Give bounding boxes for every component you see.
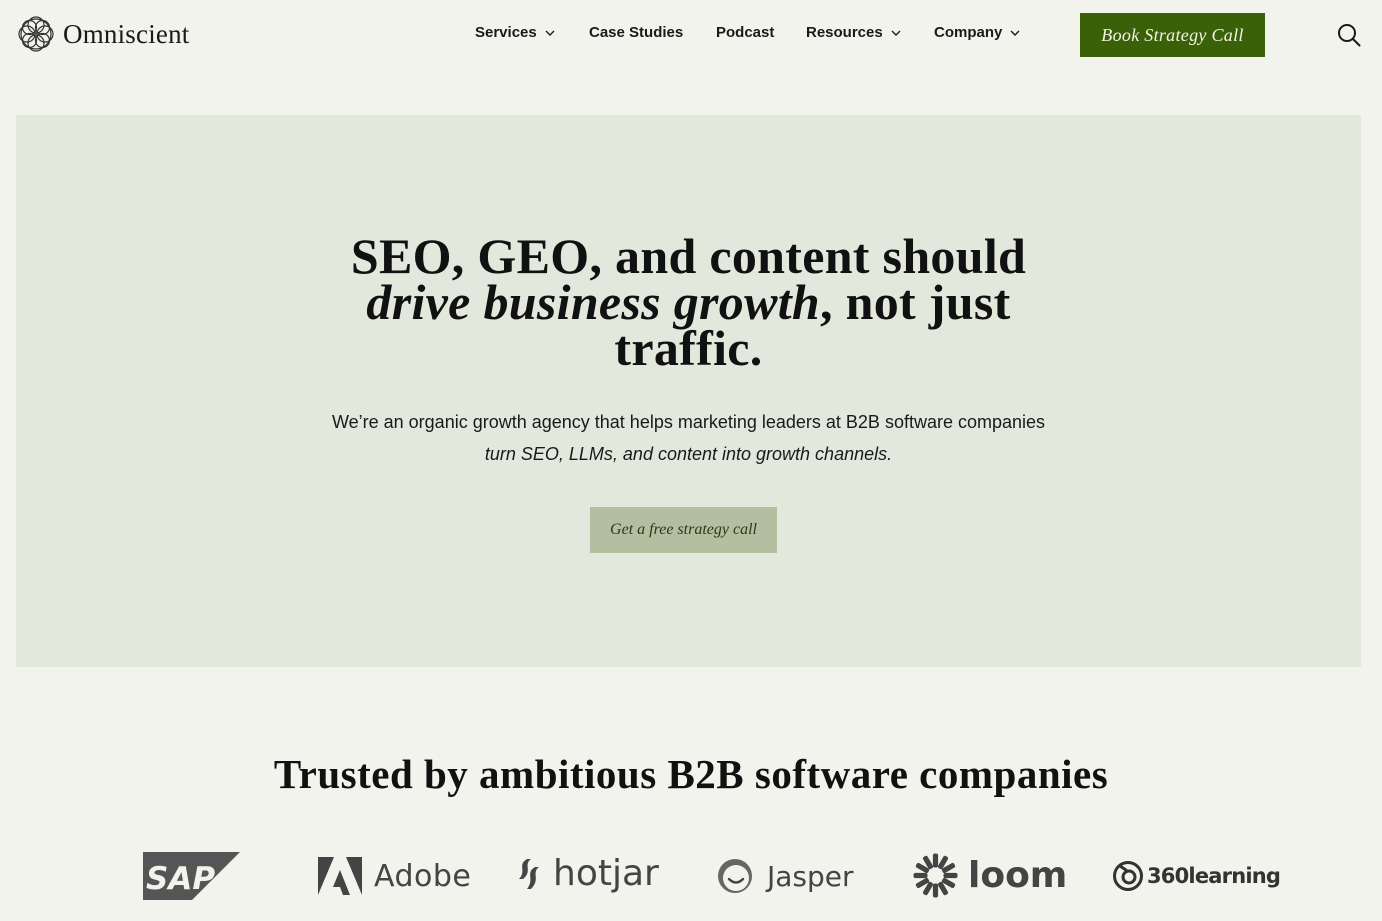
nav-item-label: Resources [806, 24, 883, 41]
hero-subtitle-line1: We’re an organic growth agency that help… [331, 412, 1046, 432]
loom-logo-text: loom [968, 855, 1068, 896]
adobe-logo-text: Adobe [374, 858, 472, 894]
hero-title: SEO, GEO, and content should drive busin… [16, 231, 1361, 373]
chevron-down-icon [545, 30, 555, 36]
sap-logo-icon: SAP [143, 852, 240, 900]
search-icon[interactable] [1336, 22, 1362, 48]
jasper-logo-icon [718, 859, 752, 893]
nav-item-label: Services [475, 24, 537, 41]
hero-subtitle: We’re an organic growth agency that help… [16, 406, 1361, 470]
nav-item-resources[interactable]: Resources [806, 24, 901, 41]
nav-item-label: Podcast [716, 24, 775, 41]
client-logos: SAP Adobe hotjar Jasper loom 360learning [0, 845, 1382, 905]
360learning-logo-text: 360learning [1147, 864, 1281, 888]
sap-logo-text: SAP [146, 861, 215, 897]
nav-item-label: Company [934, 24, 1003, 41]
site-header: Omniscient Services Case Studies Podcast… [0, 0, 1382, 70]
hero-subtitle-line2: turn SEO, LLMs, and content into growth … [484, 444, 893, 464]
sap-logo: SAP [143, 852, 240, 900]
jasper-logo-text: Jasper [767, 859, 854, 893]
hero-section: SEO, GEO, and content should drive busin… [16, 115, 1361, 667]
free-strategy-call-button[interactable]: Get a free strategy call [590, 507, 777, 553]
nav-item-podcast[interactable]: Podcast [716, 24, 774, 41]
nav-item-company[interactable]: Company [934, 24, 1020, 41]
trusted-title: Trusted by ambitious B2B software compan… [273, 751, 1109, 797]
hero-title-line3: traffic. [614, 320, 763, 376]
book-strategy-call-button[interactable]: Book Strategy Call [1080, 13, 1265, 57]
adobe-logo: Adobe [318, 857, 471, 895]
omniscient-logo-icon [18, 16, 54, 52]
adobe-logo-icon [318, 857, 362, 895]
hotjar-logo: hotjar [515, 853, 659, 894]
hero-title-after-italic: , not just [820, 274, 1011, 330]
chevron-down-icon [891, 30, 901, 36]
loom-logo-icon [913, 853, 958, 898]
hotjar-logo-text: hotjar [553, 853, 659, 894]
loom-logo: loom [913, 853, 1067, 898]
360learning-logo: 360learning [1112, 860, 1281, 892]
jasper-logo: Jasper [715, 857, 854, 895]
nav-item-services[interactable]: Services [475, 24, 555, 41]
chevron-down-icon [1010, 30, 1020, 36]
nav-item-case-studies[interactable]: Case Studies [589, 24, 683, 41]
nav-item-label: Case Studies [589, 24, 684, 41]
360learning-logo-icon [1113, 861, 1143, 891]
site-logo[interactable]: Omniscient [18, 16, 189, 52]
hotjar-logo-icon [519, 858, 539, 889]
logo-text: Omniscient [63, 18, 190, 49]
